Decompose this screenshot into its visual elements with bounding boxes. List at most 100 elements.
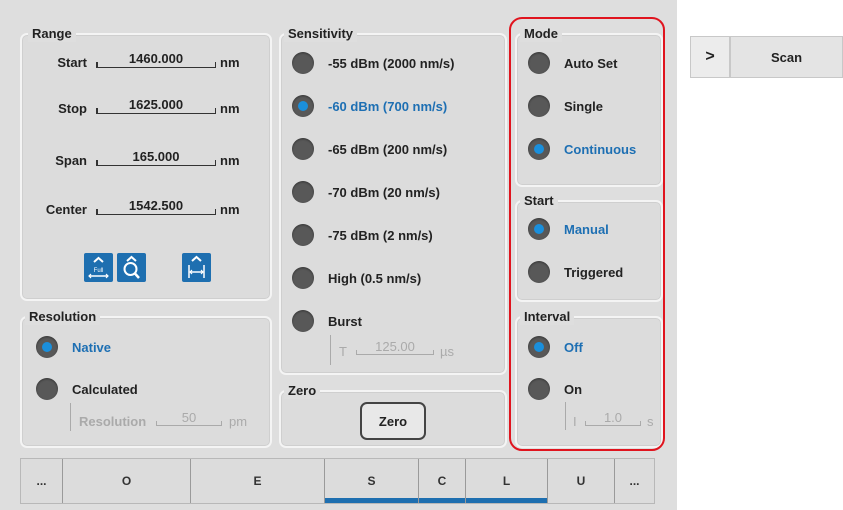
- sensitivity-option[interactable]: -75 dBm (2 nm/s): [292, 224, 433, 246]
- interval-option-label: On: [564, 381, 583, 397]
- interval-option-label: Off: [564, 339, 583, 355]
- burst-indent-line: [330, 335, 331, 365]
- sensitivity-title: Sensitivity: [284, 26, 358, 42]
- radio-icon: [292, 138, 314, 160]
- sensitivity-option-label: Burst: [328, 313, 362, 329]
- fit-span-button[interactable]: [182, 253, 211, 282]
- start-group: Start: [515, 193, 663, 302]
- burst-t-unit: µs: [440, 344, 454, 359]
- radio-icon: [528, 261, 550, 283]
- full-range-icon-text: Full: [94, 268, 104, 274]
- mode-option[interactable]: Auto Set: [528, 52, 617, 74]
- band-button[interactable]: ...: [21, 459, 63, 503]
- chevron-right-icon: >: [705, 48, 715, 65]
- start-option-label: Manual: [564, 221, 609, 237]
- center-unit: nm: [220, 202, 240, 217]
- resolution-field-label: Resolution: [79, 414, 147, 429]
- start-field[interactable]: 1460.000: [96, 51, 216, 68]
- radio-icon: [528, 95, 550, 117]
- sensitivity-option-label: -55 dBm (2000 nm/s): [328, 55, 455, 71]
- resolution-indent-line: [70, 403, 71, 431]
- radio-selected-icon: [528, 336, 550, 358]
- interval-field: 1.0: [585, 411, 641, 426]
- start-option[interactable]: Triggered: [528, 261, 623, 283]
- stop-field[interactable]: 1625.000: [96, 97, 216, 114]
- center-label: Center: [45, 202, 87, 217]
- mode-option[interactable]: Single: [528, 95, 603, 117]
- span-field[interactable]: 165.000: [96, 149, 216, 166]
- stop-row: Stop 1625.000 nm: [20, 97, 270, 121]
- resolution-field: 50: [156, 411, 222, 426]
- zoom-button[interactable]: [117, 253, 146, 282]
- sensitivity-option-label: -70 dBm (20 nm/s): [328, 184, 440, 200]
- mode-option-label: Single: [564, 98, 604, 114]
- start-label: Start: [57, 55, 87, 70]
- band-button[interactable]: U: [548, 459, 615, 503]
- radio-selected-icon: [528, 218, 550, 240]
- radio-icon: [292, 267, 314, 289]
- expand-button[interactable]: >: [690, 36, 730, 78]
- radio-selected-icon: [528, 138, 550, 160]
- span-label: Span: [55, 153, 87, 168]
- center-field[interactable]: 1542.500: [96, 198, 216, 215]
- sensitivity-option[interactable]: High (0.5 nm/s): [292, 267, 421, 289]
- mode-option-label: Auto Set: [564, 55, 618, 71]
- span-unit: nm: [220, 153, 240, 168]
- interval-option[interactable]: Off: [528, 336, 583, 358]
- band-button[interactable]: O: [63, 459, 191, 503]
- radio-icon: [292, 310, 314, 332]
- sensitivity-option[interactable]: -65 dBm (200 nm/s): [292, 138, 447, 160]
- radio-icon: [528, 378, 550, 400]
- zero-title: Zero: [284, 383, 321, 399]
- settings-panel: Range Start 1460.000 nm Stop 1625.000 nm…: [0, 0, 677, 510]
- burst-t-field: 125.00: [356, 340, 434, 355]
- interval-field-label: I: [573, 414, 577, 429]
- band-button[interactable]: C: [419, 459, 466, 503]
- mode-option-label: Continuous: [564, 141, 637, 157]
- scan-button[interactable]: Scan: [730, 36, 843, 78]
- mode-title: Mode: [520, 26, 562, 42]
- fit-span-icon: [188, 255, 205, 278]
- radio-icon: [292, 224, 314, 246]
- band-button[interactable]: ...: [615, 459, 654, 503]
- band-selector: ... O E S C L U...: [20, 458, 655, 504]
- resolution-calculated-option[interactable]: Calculated: [36, 378, 138, 400]
- sensitivity-option[interactable]: Burst: [292, 310, 362, 332]
- radio-selected-icon: [36, 336, 58, 358]
- start-option[interactable]: Manual: [528, 218, 609, 240]
- center-row: Center 1542.500 nm: [20, 198, 270, 222]
- band-button[interactable]: L: [466, 459, 548, 503]
- zoom-icon: [123, 255, 140, 279]
- resolution-native-option[interactable]: Native: [36, 336, 111, 358]
- radio-icon: [36, 378, 58, 400]
- radio-selected-icon: [292, 95, 314, 117]
- stop-unit: nm: [220, 101, 240, 116]
- sensitivity-option[interactable]: -60 dBm (700 nm/s): [292, 95, 447, 117]
- resolution-native-label: Native: [72, 339, 112, 355]
- interval-field-unit: s: [647, 414, 654, 429]
- span-row: Span 165.000 nm: [20, 149, 270, 173]
- radio-icon: [292, 52, 314, 74]
- interval-option[interactable]: On: [528, 378, 582, 400]
- mode-option[interactable]: Continuous: [528, 138, 636, 160]
- radio-icon: [528, 52, 550, 74]
- sensitivity-option-label: -60 dBm (700 nm/s): [328, 98, 448, 114]
- full-range-icon: Full: [88, 256, 109, 279]
- resolution-field-unit: pm: [229, 414, 248, 429]
- radio-icon: [292, 181, 314, 203]
- start-title: Start: [520, 193, 558, 209]
- sensitivity-option-label: -75 dBm (2 nm/s): [328, 227, 433, 243]
- zero-button[interactable]: Zero: [360, 402, 426, 440]
- burst-t-label: T: [339, 344, 347, 359]
- resolution-title: Resolution: [25, 309, 101, 325]
- interval-title: Interval: [520, 309, 575, 325]
- sensitivity-option-label: High (0.5 nm/s): [328, 270, 422, 286]
- sensitivity-option[interactable]: -55 dBm (2000 nm/s): [292, 52, 454, 74]
- range-title: Range: [28, 26, 76, 42]
- sensitivity-option[interactable]: -70 dBm (20 nm/s): [292, 181, 440, 203]
- sensitivity-option-label: -65 dBm (200 nm/s): [328, 141, 448, 157]
- band-button[interactable]: S: [325, 459, 419, 503]
- full-range-button[interactable]: Full: [84, 253, 113, 282]
- resolution-calculated-label: Calculated: [72, 381, 138, 397]
- band-button[interactable]: E: [191, 459, 325, 503]
